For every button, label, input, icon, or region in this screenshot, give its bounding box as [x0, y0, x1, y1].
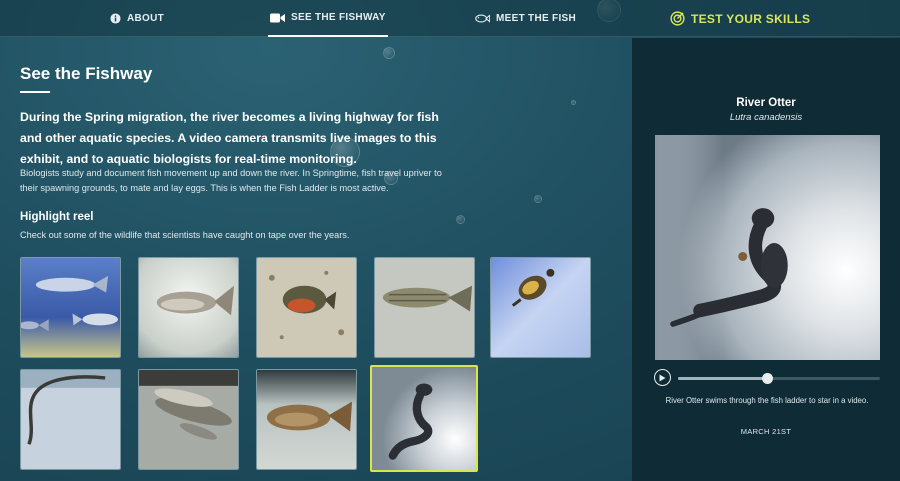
- thumbnail-sunfish[interactable]: [256, 257, 357, 358]
- nav-test-your-skills[interactable]: TEST YOUR SKILLS: [670, 0, 810, 37]
- thumbnail-silver-fish[interactable]: [138, 257, 239, 358]
- nav-skills-label: TEST YOUR SKILLS: [691, 11, 811, 26]
- play-icon: [659, 374, 666, 381]
- thumbnail-striped-fish[interactable]: [374, 257, 475, 358]
- lead-paragraph: During the Spring migration, the river b…: [20, 110, 439, 166]
- thumbnail-river-otter[interactable]: [370, 365, 478, 472]
- nav-about[interactable]: ABOUT: [110, 0, 164, 37]
- thumbnail-carp[interactable]: [256, 369, 357, 470]
- river-otter-thumbnail-image: [372, 367, 476, 470]
- turtle-image: [491, 258, 590, 357]
- video-scrubber-handle[interactable]: [761, 373, 773, 384]
- title-underline: [20, 91, 50, 93]
- fish-icon: [475, 14, 490, 23]
- striped-fish-image: [375, 258, 474, 357]
- video-date: MARCH 21ST: [740, 427, 792, 436]
- animal-latin-name: Lutra canadensis: [729, 112, 803, 123]
- video-progress-fill: [678, 377, 767, 380]
- fish-group-image: [139, 370, 238, 469]
- video-caption: River Otter swims through the fish ladde…: [665, 396, 869, 405]
- thumbnail-eel[interactable]: [20, 369, 121, 470]
- top-navigation: ABOUT SEE THE FISHWAY MEET THE FISH TEST…: [0, 0, 900, 37]
- nav-meet-label: MEET THE FISH: [496, 13, 577, 24]
- sunfish-image: [257, 258, 356, 357]
- video-camera-icon: [270, 13, 285, 23]
- target-icon: [670, 11, 685, 26]
- school-of-fish-image: [21, 258, 120, 357]
- thumbnail-school-of-fish[interactable]: [20, 257, 121, 358]
- thumbnail-turtle[interactable]: [490, 257, 591, 358]
- body-paragraph: Biologists study and document fish movem…: [20, 168, 442, 193]
- play-button[interactable]: [654, 369, 671, 386]
- info-icon: [110, 13, 121, 24]
- page-title: See the Fishway: [20, 64, 153, 83]
- highlight-reel-subtitle: Check out some of the wildlife that scie…: [20, 230, 350, 240]
- nav-about-label: ABOUT: [127, 13, 165, 24]
- animal-name: River Otter: [736, 97, 796, 109]
- silver-fish-image: [139, 258, 238, 357]
- fishway-content: See the Fishway During the Spring migrat…: [0, 38, 632, 481]
- video-progress-bar[interactable]: [678, 373, 880, 384]
- nav-meet-the-fish[interactable]: MEET THE FISH: [475, 0, 576, 37]
- video-player[interactable]: [655, 135, 880, 360]
- nav-see-the-fishway[interactable]: SEE THE FISHWAY: [268, 0, 388, 37]
- nav-fishway-label: SEE THE FISHWAY: [291, 12, 386, 23]
- river-otter-video-frame: [655, 135, 880, 360]
- eel-image: [21, 370, 120, 469]
- highlight-reel-heading: Highlight reel: [20, 211, 94, 223]
- thumbnail-fish-group-dark[interactable]: [138, 369, 239, 470]
- video-panel: River Otter Lutra canadensis River Otter…: [632, 38, 900, 481]
- carp-image: [257, 370, 356, 469]
